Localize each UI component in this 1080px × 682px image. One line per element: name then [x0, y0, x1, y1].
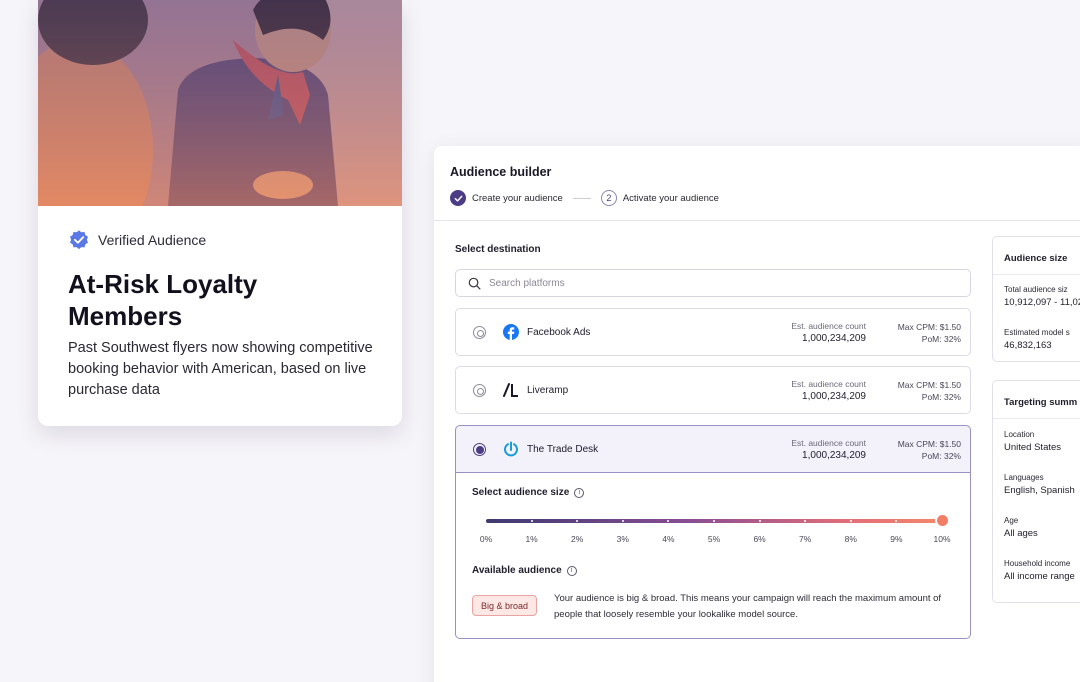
max-cpm: Max CPM: $1.50 — [897, 439, 961, 449]
slider-tick-label: 2% — [571, 534, 584, 544]
audience-type-tag: Big & broad — [472, 595, 538, 616]
stat-label: Age — [1004, 516, 1019, 525]
slider-tick-label: 8% — [844, 534, 857, 544]
trade-desk-icon — [504, 441, 518, 457]
available-audience-label: Available audience — [472, 565, 562, 576]
targeting-summary-title: Targeting summ — [993, 381, 1080, 419]
search-input[interactable] — [489, 277, 929, 289]
slider-tick-label: 5% — [707, 534, 721, 544]
total-audience-size: Total audience siz 10,912,097 - 11,02 — [993, 275, 1080, 308]
audience-size-card: Audience size Total audience siz 10,912,… — [992, 236, 1080, 362]
verified-label: Verified Audience — [98, 232, 207, 248]
audience-title: At-Risk Loyalty Members — [68, 269, 258, 331]
slider-handle[interactable] — [936, 515, 948, 526]
cpm-info: Max CPM: $1.50 PoM: 32% — [898, 379, 961, 403]
stat-label: Household income — [1004, 559, 1071, 568]
slider-tick-label: 10% — [933, 534, 951, 544]
max-cpm: Max CPM: $1.50 — [897, 380, 961, 390]
audience-description: Past Southwest flyers now showing compet… — [68, 340, 373, 398]
targeting-summary-card: Targeting summ Location United States La… — [992, 380, 1080, 603]
pom-value: PoM: 32% — [921, 392, 961, 402]
audience-count-value: 1,000,234,209 — [802, 391, 866, 402]
verified-badge-icon — [70, 230, 88, 250]
radio-button[interactable] — [473, 384, 486, 397]
step-connector — [572, 197, 591, 199]
stat-value: United States — [1004, 442, 1062, 453]
stat-value: 46,832,163 — [1004, 340, 1052, 351]
stat-label: Total audience siz — [1004, 285, 1068, 294]
slider-step-dot — [758, 520, 761, 522]
available-audience-description: Your audience is big & broad. This means… — [554, 593, 942, 620]
cpm-info: Max CPM: $1.50 PoM: 32% — [898, 438, 961, 462]
targeting-age: Age All ages — [993, 496, 1080, 539]
platform-name: The Trade Desk — [527, 444, 599, 455]
platform-name: Facebook Ads — [527, 327, 591, 338]
stepper: Create your audience 2 Activate your aud… — [450, 190, 719, 206]
audience-card[interactable]: Verified Audience At-Risk Loyalty Member… — [38, 0, 402, 426]
panel-title: Audience builder — [450, 165, 552, 179]
stat-value: English, Spanish — [1004, 485, 1075, 496]
stat-label: Estimated model s — [1004, 328, 1070, 337]
stat-value: All income range — [1004, 571, 1075, 582]
step-create-label[interactable]: Create your audience — [472, 193, 563, 204]
info-icon[interactable]: i — [574, 487, 585, 498]
slider-tick-label: 6% — [753, 534, 766, 544]
radio-button[interactable] — [473, 326, 486, 339]
facebook-icon — [503, 324, 519, 340]
platform-name: Liveramp — [527, 385, 569, 396]
step-complete-icon — [450, 190, 466, 206]
audience-count-label: Est. audience count — [791, 379, 866, 389]
slider-tick-label: 1% — [525, 534, 538, 544]
slider-step-dot — [530, 520, 533, 522]
stat-value: 10,912,097 - 11,02 — [1004, 297, 1080, 308]
audience-count: Est. audience count 1,000,234,209 — [791, 379, 866, 402]
radio-button-selected[interactable] — [473, 443, 486, 456]
trade-desk-settings: Select audience size i 0% 1% 2% 3% 4% 5% 6% 7% 8… — [455, 473, 971, 639]
audience-count: Est. audience count 1,000,234,209 — [791, 438, 866, 461]
stat-label: Location — [1004, 430, 1035, 439]
step-activate-label[interactable]: Activate your audience — [623, 193, 719, 204]
slider-tick-label: 0% — [479, 534, 493, 544]
stat-label: Languages — [1004, 473, 1044, 482]
slider-tick-label: 7% — [799, 534, 812, 544]
audience-count-value: 1,000,234,209 — [802, 333, 866, 344]
cpm-info: Max CPM: $1.50 PoM: 32% — [898, 321, 961, 345]
platform-option-liveramp[interactable]: Liveramp Est. audience count 1,000,234,2… — [455, 366, 971, 414]
audience-builder-panel: Audience builder Create your audience 2 … — [434, 146, 1080, 682]
audience-count-value: 1,000,234,209 — [802, 450, 866, 461]
audience-count: Est. audience count 1,000,234,209 — [791, 321, 866, 344]
liveramp-icon — [503, 383, 518, 397]
slider-tick-label: 9% — [890, 534, 903, 544]
audience-size-card-title: Audience size — [993, 237, 1080, 275]
platform-option-facebook[interactable]: Facebook Ads Est. audience count 1,000,2… — [455, 308, 971, 356]
slider-step-dot — [713, 520, 715, 522]
targeting-household-income: Household income All income range — [993, 539, 1080, 582]
targeting-location: Location United States — [993, 419, 1080, 453]
select-destination-label: Select destination — [455, 244, 541, 255]
available-audience-heading: Available audience i — [472, 565, 577, 576]
pom-value: PoM: 32% — [921, 334, 961, 344]
slider-step-dot — [849, 520, 852, 522]
audience-size-heading: Select audience size i — [472, 487, 585, 498]
stat-value: All ages — [1004, 528, 1038, 539]
slider-tick-label: 4% — [662, 534, 675, 544]
search-box[interactable] — [455, 269, 971, 297]
info-icon[interactable]: i — [566, 565, 577, 576]
slider-tick-label: 3% — [616, 534, 629, 544]
slider-step-dot — [621, 520, 624, 522]
pom-value: PoM: 32% — [921, 451, 961, 461]
targeting-languages: Languages English, Spanish — [993, 453, 1080, 496]
audience-count-label: Est. audience count — [791, 438, 866, 448]
platform-option-trade-desk[interactable]: The Trade Desk Est. audience count 1,000… — [455, 425, 971, 473]
search-icon — [468, 277, 481, 289]
audience-size-label: Select audience size — [472, 487, 570, 498]
verified-row: Verified Audience — [68, 229, 206, 251]
max-cpm: Max CPM: $1.50 — [897, 322, 961, 332]
panel-divider — [434, 220, 1080, 221]
estimated-model-size: Estimated model s 46,832,163 — [993, 308, 1080, 351]
step-number: 2 — [600, 190, 617, 206]
hero-photo — [38, 0, 402, 206]
audience-count-label: Est. audience count — [791, 321, 866, 331]
